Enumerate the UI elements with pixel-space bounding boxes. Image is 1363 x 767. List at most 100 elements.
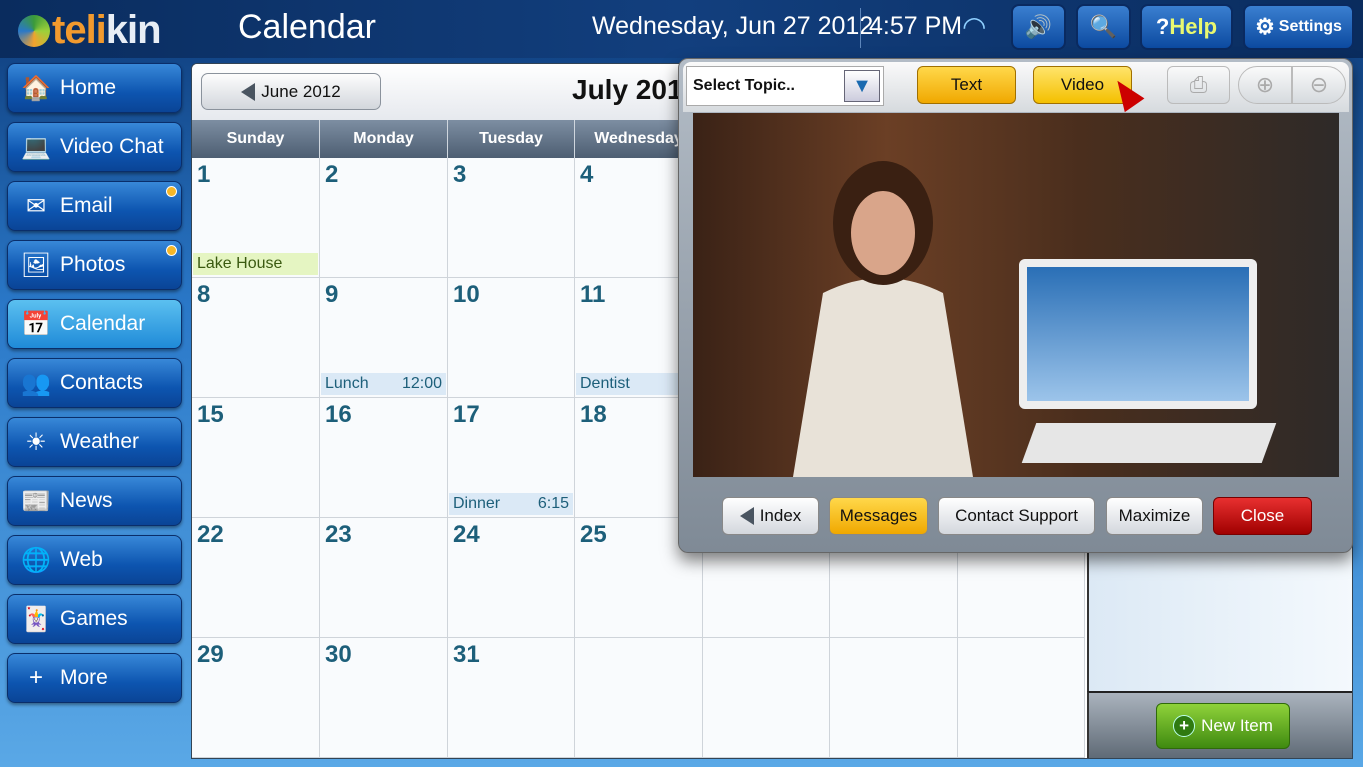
volume-button[interactable]: 🔊	[1011, 4, 1066, 50]
sidebar-item-calendar[interactable]: 📅 Calendar	[7, 299, 182, 349]
day-cell[interactable]: 9 Lunch 12:00	[320, 278, 448, 398]
top-bar: telikin Calendar Wednesday, Jun 27 2012 …	[0, 0, 1363, 58]
event-title: Dentist	[580, 375, 630, 392]
day-cell[interactable]	[575, 638, 703, 758]
sidebar-item-label: Home	[60, 76, 117, 99]
day-number: 23	[325, 521, 352, 548]
day-number: 9	[325, 281, 339, 308]
index-label: Index	[759, 506, 802, 525]
sidebar-item-label: Web	[60, 548, 103, 571]
magnifier-icon: 🔍	[1089, 14, 1118, 39]
day-number: 24	[453, 521, 480, 548]
printer-icon: ⎙	[1189, 72, 1208, 97]
day-cell[interactable]: 16	[320, 398, 448, 518]
sidebar-item-label: Contacts	[60, 371, 143, 394]
previous-month-button[interactable]: June 2012	[201, 73, 381, 110]
settings-button[interactable]: ⚙ Settings	[1243, 4, 1354, 50]
help-button[interactable]: ? Help	[1140, 4, 1233, 50]
day-cell[interactable]: 17 Dinner 6:15	[448, 398, 575, 518]
day-cell[interactable]: 31	[448, 638, 575, 758]
telikin-logo: telikin	[18, 8, 162, 53]
app-title: Calendar	[238, 8, 376, 46]
calendar-event[interactable]: Lunch 12:00	[321, 373, 446, 395]
new-item-button[interactable]: + New Item	[1156, 703, 1290, 749]
zoom-in-icon: ⊕	[1255, 72, 1275, 97]
sidebar-item-contacts[interactable]: 👥 Contacts	[7, 358, 182, 408]
sidebar-item-label: Photos	[60, 253, 126, 276]
sidebar-item-weather[interactable]: ☀ Weather	[7, 417, 182, 467]
day-cell[interactable]: 1 Lake House	[192, 158, 320, 278]
keyboard-image	[1021, 423, 1277, 463]
help-bottom-bar: Index Messages Contact Support Maximize …	[679, 477, 1354, 554]
detail-toolbar: + New Item	[1087, 691, 1352, 758]
day-number: 18	[580, 401, 607, 428]
presenter-figure	[793, 161, 973, 477]
sidebar-item-home[interactable]: 🏠 Home	[7, 63, 182, 113]
calendar-event[interactable]: Dinner 6:15	[449, 493, 573, 515]
day-number: 10	[453, 281, 480, 308]
sidebar-item-email[interactable]: ✉ Email	[7, 181, 182, 231]
day-number: 17	[453, 401, 480, 428]
sidebar-item-video-chat[interactable]: 💻 Video Chat	[7, 122, 182, 172]
zoom-out-icon: ⊖	[1309, 72, 1329, 97]
day-number: 31	[453, 641, 480, 668]
envelope-icon: ✉	[25, 192, 47, 220]
help-video[interactable]	[693, 113, 1339, 477]
sidebar-item-label: More	[60, 666, 108, 689]
calendar-event[interactable]: Lake House	[193, 253, 318, 275]
topic-select[interactable]: Select Topic.. ▼	[686, 66, 884, 106]
day-cell[interactable]: 22	[192, 518, 320, 638]
day-cell[interactable]: 23	[320, 518, 448, 638]
messages-button[interactable]: Messages	[829, 497, 928, 535]
close-button[interactable]: Close	[1213, 497, 1312, 535]
day-cell[interactable]: 3	[448, 158, 575, 278]
sidebar-item-games[interactable]: 🃏 Games	[7, 594, 182, 644]
sidebar-item-photos[interactable]: 🖼 Photos	[7, 240, 182, 290]
day-number: 15	[197, 401, 224, 428]
contact-support-button[interactable]: Contact Support	[938, 497, 1095, 535]
plus-icon: +	[28, 664, 43, 691]
sun-icon: ☀	[25, 428, 47, 456]
event-title: Lunch	[325, 375, 369, 392]
sidebar-item-label: News	[60, 489, 113, 512]
event-title: Dinner	[453, 495, 501, 512]
day-cell[interactable]	[830, 638, 958, 758]
help-label: Help	[1169, 14, 1218, 39]
plus-icon: +	[1173, 715, 1196, 737]
day-cell[interactable]: 10	[448, 278, 575, 398]
calendar-icon: 📅	[21, 310, 51, 338]
day-cell[interactable]: 8	[192, 278, 320, 398]
sidebar-item-web[interactable]: 🌐 Web	[7, 535, 182, 585]
day-cell[interactable]: 29	[192, 638, 320, 758]
notification-badge	[166, 245, 177, 256]
contacts-icon: 👥	[21, 369, 51, 397]
day-cell[interactable]: 2	[320, 158, 448, 278]
sidebar-item-more[interactable]: + More	[7, 653, 182, 703]
dropdown-arrow-icon[interactable]: ▼	[844, 70, 880, 102]
day-cell[interactable]: 24	[448, 518, 575, 638]
print-button[interactable]: ⎙	[1167, 66, 1230, 104]
day-header: Sunday	[192, 120, 320, 158]
zoom-out-button[interactable]: ⊖	[1292, 66, 1346, 104]
event-time: 12:00	[401, 375, 442, 392]
day-number: 4	[580, 161, 594, 188]
maximize-button[interactable]: Maximize	[1106, 497, 1203, 535]
day-cell[interactable]	[958, 638, 1085, 758]
wifi-icon: ◠	[962, 11, 987, 42]
day-header: Tuesday	[448, 120, 575, 158]
search-button[interactable]: 🔍	[1076, 4, 1131, 50]
day-cell[interactable]	[703, 638, 830, 758]
zoom-in-button[interactable]: ⊕	[1238, 66, 1292, 104]
text-button[interactable]: Text	[917, 66, 1016, 104]
day-cell[interactable]: 15	[192, 398, 320, 518]
date-display: Wednesday, Jun 27 2012	[592, 12, 874, 40]
day-cell[interactable]: 30	[320, 638, 448, 758]
sidebar-item-news[interactable]: 📰 News	[7, 476, 182, 526]
sidebar-item-label: Email	[60, 194, 113, 217]
photos-icon: 🖼	[20, 251, 52, 279]
question-icon: ?	[1155, 14, 1170, 39]
video-chat-icon: 💻	[21, 133, 51, 161]
event-title: Lake House	[197, 255, 283, 272]
index-button[interactable]: Index	[722, 497, 819, 535]
help-popup: Select Topic.. ▼ Text Video ⎙ ⊕ ⊖ Index M…	[678, 58, 1353, 553]
